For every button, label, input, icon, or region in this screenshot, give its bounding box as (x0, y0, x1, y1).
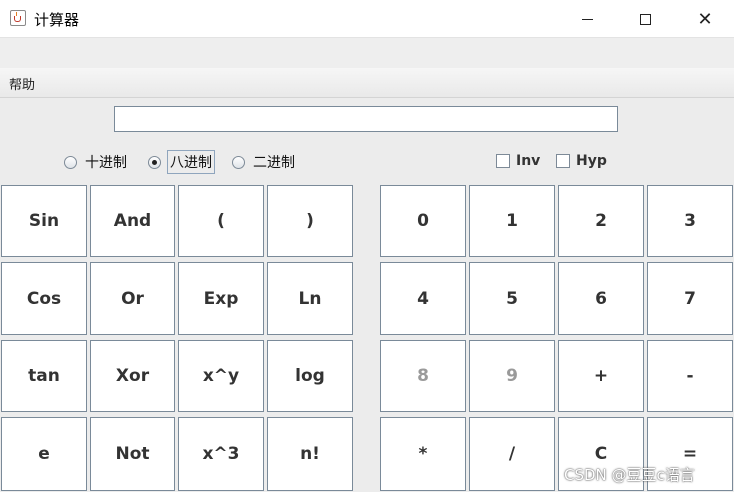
radio-decimal-indicator[interactable] (64, 155, 77, 169)
toolbar-strip (0, 38, 734, 68)
close-button[interactable]: ✕ (676, 0, 734, 38)
key-ln[interactable]: Ln (267, 262, 353, 335)
maximize-button[interactable] (616, 0, 674, 38)
title-bar: 计算器 ✕ (0, 0, 734, 38)
minimize-button[interactable] (558, 0, 616, 38)
window-title: 计算器 (34, 11, 80, 29)
key-minus[interactable]: - (647, 340, 733, 412)
radio-decimal[interactable]: 十进制 (64, 152, 129, 172)
key-3[interactable]: 3 (647, 185, 733, 257)
key-and[interactable]: And (90, 185, 175, 257)
key-tan[interactable]: tan (1, 340, 87, 412)
key-exp[interactable]: Exp (178, 262, 264, 335)
close-icon: ✕ (697, 8, 713, 30)
minimize-icon (581, 18, 593, 20)
key-factorial[interactable]: n! (267, 417, 353, 491)
key-2[interactable]: 2 (558, 185, 644, 257)
key-8: 8 (380, 340, 466, 412)
radio-binary-indicator[interactable] (232, 155, 245, 169)
key-power[interactable]: x^y (178, 340, 264, 412)
key-right-paren[interactable]: ) (267, 185, 353, 257)
key-divide[interactable]: / (469, 417, 555, 491)
java-cup-icon (10, 10, 26, 26)
key-not[interactable]: Not (90, 417, 175, 491)
key-9: 9 (469, 340, 555, 412)
checkbox-hyp-label: Hyp (576, 153, 607, 169)
key-left-paren[interactable]: ( (178, 185, 264, 257)
key-plus[interactable]: + (558, 340, 644, 412)
key-cos[interactable]: Cos (1, 262, 87, 335)
radio-octal-indicator[interactable] (148, 155, 161, 169)
maximize-icon (639, 13, 651, 25)
display-field[interactable] (114, 106, 618, 132)
csdn-watermark: CSDN @豆豆c语言 (564, 466, 695, 484)
key-xor[interactable]: Xor (90, 340, 175, 412)
checkbox-hyp[interactable]: Hyp (556, 153, 607, 169)
radio-decimal-label: 十进制 (85, 155, 127, 171)
radio-octal-label: 八进制 (167, 150, 215, 174)
checkbox-inv[interactable]: Inv (496, 153, 540, 169)
radio-octal[interactable]: 八进制 (148, 150, 215, 174)
menu-help[interactable]: 帮助 (9, 74, 35, 93)
radio-binary[interactable]: 二进制 (232, 152, 297, 172)
checkbox-inv-box[interactable] (496, 154, 510, 168)
key-log[interactable]: log (267, 340, 353, 412)
key-sin[interactable]: Sin (1, 185, 87, 257)
key-7[interactable]: 7 (647, 262, 733, 335)
key-cube[interactable]: x^3 (178, 417, 264, 491)
key-6[interactable]: 6 (558, 262, 644, 335)
menu-bar: 帮助 (0, 68, 734, 98)
key-4[interactable]: 4 (380, 262, 466, 335)
checkbox-hyp-box[interactable] (556, 154, 570, 168)
checkbox-inv-label: Inv (516, 153, 541, 169)
radio-binary-label: 二进制 (253, 155, 295, 171)
key-or[interactable]: Or (90, 262, 175, 335)
key-e[interactable]: e (1, 417, 87, 491)
key-0[interactable]: 0 (380, 185, 466, 257)
key-1[interactable]: 1 (469, 185, 555, 257)
key-5[interactable]: 5 (469, 262, 555, 335)
key-multiply[interactable]: * (380, 417, 466, 491)
